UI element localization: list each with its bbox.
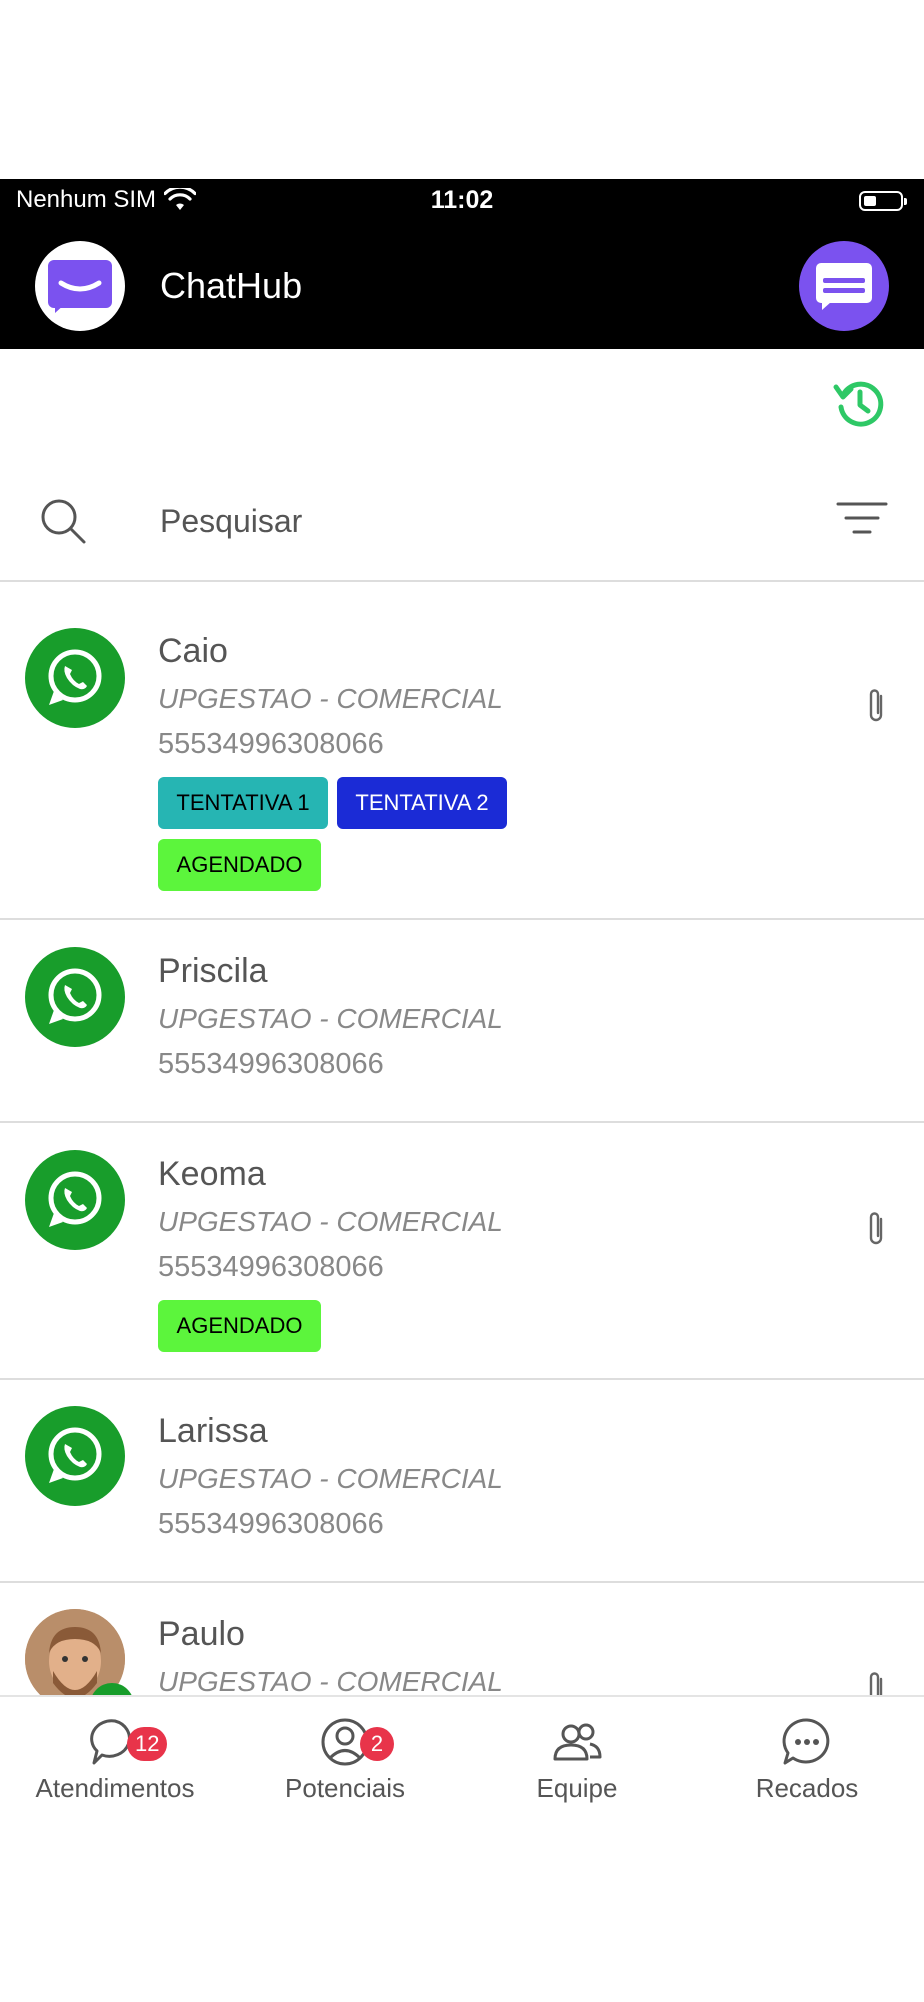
contact-name: Priscila	[158, 952, 268, 990]
badge-count: 12	[127, 1727, 168, 1761]
whatsapp-avatar	[25, 1406, 125, 1506]
contact-company: UPGESTAO - COMERCIAL	[158, 683, 503, 714]
nav-label: Potenciais	[285, 1773, 405, 1803]
tag-tentativa-2: TENTATIVA 2	[337, 777, 507, 829]
list-item[interactable]: Caio UPGESTAO - COMERCIAL 55534996308066…	[0, 582, 924, 920]
contact-name: Keoma	[158, 1155, 266, 1193]
app-title: ChatHub	[160, 265, 303, 306]
team-icon	[553, 1723, 602, 1761]
tag-tentativa-1: TENTATIVA 1	[158, 777, 328, 829]
contact-phone: 55534996308066	[158, 1251, 384, 1283]
contact-phone: 55534996308066	[158, 728, 384, 760]
paperclip-icon	[869, 689, 883, 722]
nav-equipe[interactable]: Equipe	[467, 1715, 687, 1804]
new-chat-button[interactable]	[799, 241, 889, 331]
whatsapp-avatar	[25, 1150, 125, 1250]
contact-phone: 55534996308066	[158, 1508, 384, 1540]
whatsapp-icon	[48, 1171, 102, 1227]
contact-company: UPGESTAO - COMERCIAL	[158, 1463, 503, 1494]
nav-recados[interactable]: Recados	[697, 1715, 917, 1804]
contact-company: UPGESTAO - COMERCIAL	[158, 1206, 503, 1237]
whatsapp-icon	[48, 968, 102, 1024]
history-icon[interactable]	[833, 377, 885, 429]
battery-icon	[859, 191, 907, 211]
contact-company: UPGESTAO - COMERCIAL	[158, 1666, 503, 1697]
contact-name: Larissa	[158, 1412, 268, 1450]
app-logo	[35, 241, 125, 331]
search-icon[interactable]	[38, 496, 88, 546]
chat-logo-icon	[816, 263, 872, 310]
contact-phone: 55534996308066	[158, 1048, 384, 1080]
filter-icon[interactable]	[836, 500, 888, 536]
chat-logo-icon	[48, 260, 112, 313]
list-item[interactable]: Paulo UPGESTAO - COMERCIAL	[0, 1583, 924, 1713]
message-dots-icon	[782, 1718, 830, 1765]
contact-name: Caio	[158, 632, 228, 670]
badge-count: 2	[360, 1727, 394, 1761]
list-item[interactable]: Keoma UPGESTAO - COMERCIAL 5553499630806…	[0, 1123, 924, 1380]
whatsapp-icon	[48, 1427, 102, 1483]
nav-label: Recados	[755, 1773, 859, 1803]
tag-agendado: AGENDADO	[158, 839, 321, 891]
nav-label: Atendimentos	[35, 1773, 195, 1803]
contact-company: UPGESTAO - COMERCIAL	[158, 1003, 503, 1034]
contact-name: Paulo	[158, 1615, 245, 1653]
whatsapp-avatar	[25, 628, 125, 728]
paperclip-icon	[869, 1212, 883, 1245]
search-input[interactable]	[160, 496, 760, 546]
list-item[interactable]: Larissa UPGESTAO - COMERCIAL 55534996308…	[0, 1380, 924, 1583]
tag-agendado: AGENDADO	[158, 1300, 321, 1352]
nav-atendimentos[interactable]: 12 Atendimentos	[5, 1715, 225, 1804]
list-item[interactable]: Priscila UPGESTAO - COMERCIAL 5553499630…	[0, 920, 924, 1123]
whatsapp-avatar	[25, 947, 125, 1047]
status-time: 11:02	[430, 186, 494, 214]
whatsapp-icon	[48, 649, 102, 705]
nav-potenciais[interactable]: 2 Potenciais	[235, 1715, 455, 1804]
nav-label: Equipe	[536, 1773, 618, 1803]
